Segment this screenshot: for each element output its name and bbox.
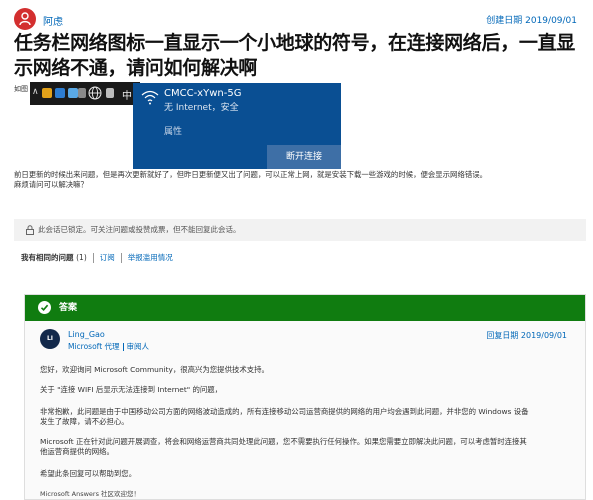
check-circle-icon: [38, 301, 51, 314]
answer-header-label: 答案: [59, 303, 78, 313]
wifi-icon: [141, 90, 159, 105]
answer-paragraph: Microsoft 正在针对此问题开展调查，将会和网络运营商共同处理此问题，您不…: [40, 437, 570, 457]
wifi-status: 无 Internet，安全: [164, 103, 239, 113]
replied-date: 回复日期 2019/09/01: [486, 331, 567, 340]
question-author-row: 阿虑 创建日期 2019/09/01: [14, 8, 577, 30]
shield-icon: [78, 88, 86, 98]
same-question-button[interactable]: 我有相同的问题 (1): [21, 253, 87, 262]
wifi-properties-link: 属性: [164, 127, 183, 137]
answer-paragraph-line: 他运营商提供的网络。: [40, 447, 114, 456]
monitor-icon: [68, 88, 78, 98]
locked-notice: 此会话已锁定。可关注问题或投赞成票，但不能回复此会话。: [14, 219, 586, 241]
question-body-line: 前日更新的时候出来问题，但是再次更新就好了，但昨日更新便又出了问题，可以正常上网…: [14, 170, 488, 179]
answer-paragraph-line: 发生了故障，请不必担心。: [40, 417, 129, 426]
responder-role: Microsoft 代理 审阅人: [68, 341, 149, 352]
responder-avatar[interactable]: LI: [40, 329, 60, 349]
answer-paragraph-line: 非常抱歉，此问题是由于中国移动公司方面的网络波动造成的，所有连接移动公司运营商提…: [40, 407, 529, 416]
created-date: 创建日期 2019/09/01: [486, 16, 577, 26]
answer-paragraph: 您好，欢迎询问 Microsoft Community，很高兴为您提供技术支持。: [40, 365, 269, 374]
speaker-icon: [106, 88, 114, 98]
answer-paragraph: 非常抱歉，此问题是由于中国移动公司方面的网络波动造成的，所有连接移动公司运营商提…: [40, 407, 570, 427]
same-question-label: 我有相同的问题: [21, 253, 74, 262]
author-name[interactable]: 阿虑: [43, 13, 63, 28]
answer-paragraph-line: Microsoft 正在针对此问题开展调查，将会和网络运营商共同处理此问题，您不…: [40, 437, 527, 446]
page-title: 任务栏网络图标一直显示一个小地球的符号，在连接网络后，一直显示网络不通，请问如何…: [14, 32, 576, 79]
locked-notice-text: 此会话已锁定。可关注问题或投赞成票，但不能回复此会话。: [38, 225, 241, 234]
role-reviewer[interactable]: 审阅人: [127, 342, 150, 351]
author-avatar[interactable]: [14, 8, 36, 30]
answer-paragraph: 关于 "连接 WIFI 后显示无法连接到 Internet" 的问题，: [40, 385, 223, 394]
divider: [92, 253, 94, 263]
answer-card: 答案 LI Ling_Gao Microsoft 代理 审阅人 回复日期 2019…: [24, 294, 586, 500]
lock-icon: [26, 225, 34, 235]
signature: Microsoft Answers 社区欢迎您！: [40, 490, 141, 498]
subscribe-link[interactable]: 订阅: [100, 253, 115, 262]
store-icon: [55, 88, 65, 98]
divider: [120, 253, 122, 263]
question-body-line: 麻烦请问可以解决嘛？: [14, 180, 88, 189]
same-question-count: (1): [76, 253, 87, 262]
role-microsoft-agent[interactable]: Microsoft 代理: [68, 342, 120, 351]
report-abuse-link[interactable]: 举报滥用情况: [128, 253, 173, 262]
network-flyout: CMCC-xYwn-5G 无 Internet，安全 属性 断开连接: [133, 83, 341, 169]
answer-paragraph: 希望此条回复可以帮助到您。: [40, 469, 137, 478]
divider: [122, 343, 124, 351]
user-icon: [42, 88, 52, 98]
user-icon: [19, 12, 31, 26]
chevron-up-icon: ∧: [32, 87, 39, 97]
answer-header: 答案: [25, 295, 585, 321]
taskbar-screenshot: ∧ 中: [30, 82, 140, 105]
screenshot-caption: 如图: [14, 85, 28, 93]
wifi-ssid: CMCC-xYwn-5G: [164, 88, 242, 99]
question-actions: 我有相同的问题 (1) 订阅 举报滥用情况: [21, 252, 173, 263]
disconnect-button: 断开连接: [267, 145, 341, 169]
ime-indicator: 中: [122, 91, 132, 102]
question-body: 前日更新的时候出来问题，但是再次更新就好了，但昨日更新便又出了问题，可以正常上网…: [14, 170, 579, 190]
globe-icon: [88, 86, 102, 100]
responder-name[interactable]: Ling_Gao: [68, 330, 105, 339]
